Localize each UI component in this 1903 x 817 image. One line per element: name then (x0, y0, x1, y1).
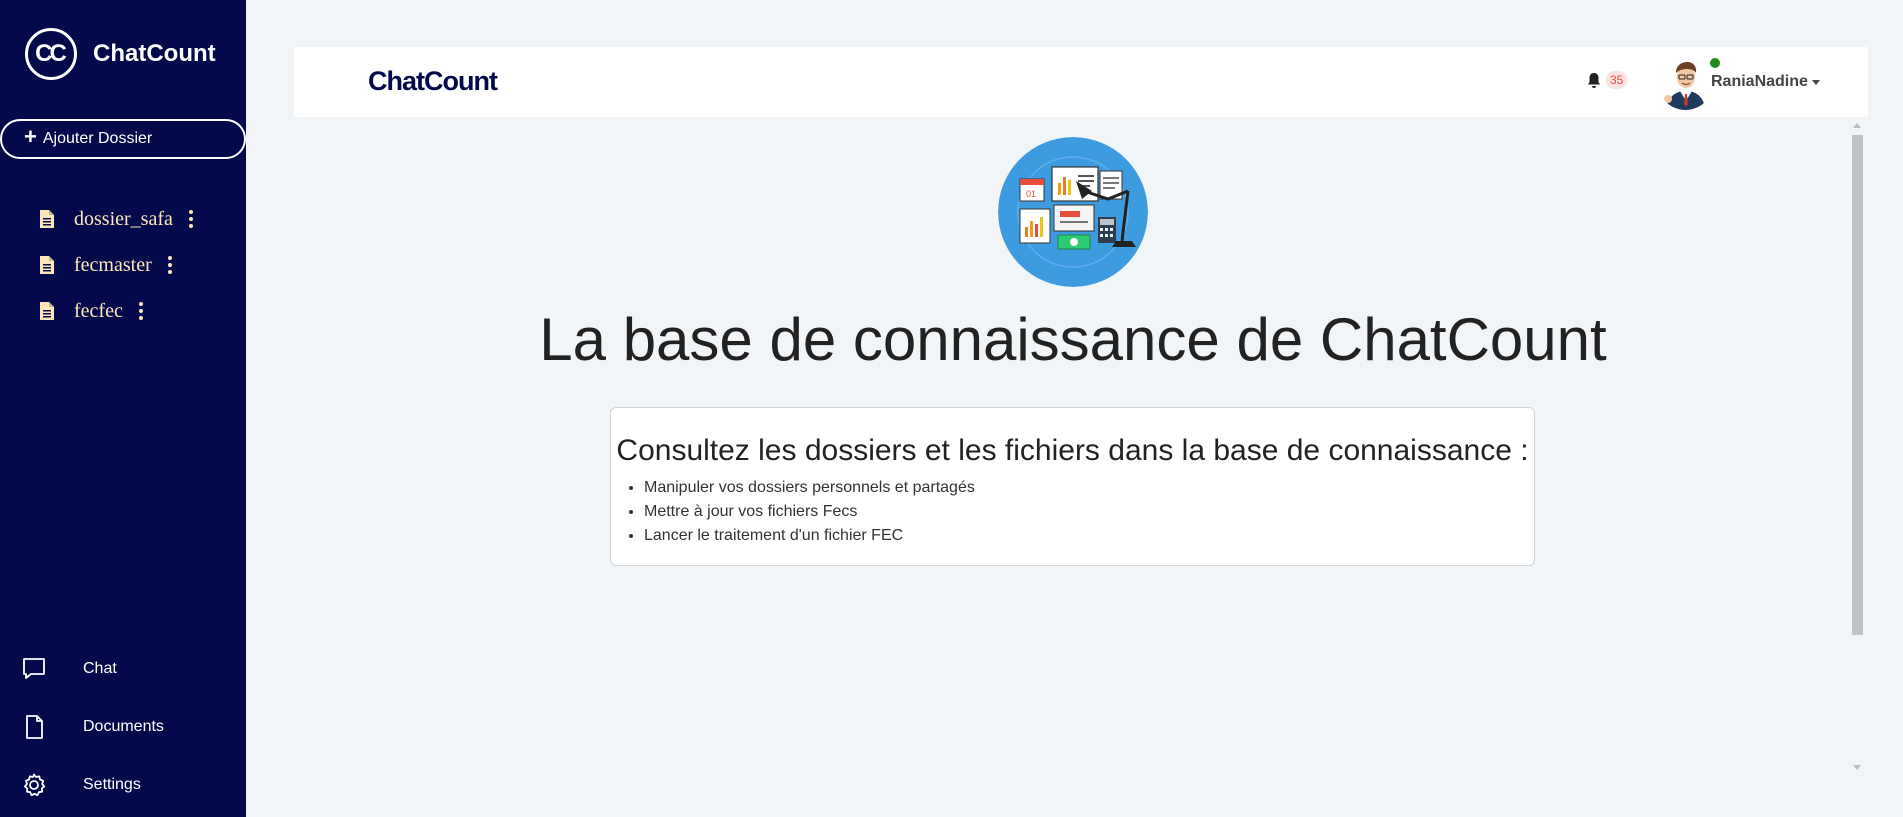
file-icon (40, 256, 54, 274)
file-icon (40, 302, 54, 320)
caret-down-icon (1811, 79, 1820, 85)
card-heading: Consultez les dossiers et les fichiers d… (616, 434, 1529, 467)
brand[interactable]: CC ChatCount (25, 28, 216, 80)
top-bar: ChatCount 35 RaniaNadine (294, 47, 1868, 117)
page-title: La base de connaissance de ChatCount (539, 306, 1607, 373)
nav-item-chat[interactable]: Chat (20, 640, 164, 698)
folder-list: dossier_safa fecmaster fecfec (40, 196, 197, 334)
nav-label: Documents (83, 718, 164, 735)
list-item: Manipuler vos dossiers personnels et par… (644, 476, 1534, 500)
feature-list: Manipuler vos dossiers personnels et par… (611, 476, 1534, 548)
gear-icon (24, 773, 46, 797)
add-folder-button[interactable]: + Ajouter Dossier (0, 119, 246, 159)
document-icon (26, 715, 43, 739)
add-folder-label: Ajouter Dossier (42, 130, 153, 147)
username: RaniaNadine (1711, 73, 1808, 90)
notifications[interactable]: 35 (1586, 71, 1628, 89)
svg-text:01: 01 (1026, 189, 1036, 199)
folder-item[interactable]: fecfec (40, 288, 197, 334)
avatar[interactable] (1658, 55, 1713, 110)
folder-name: fecfec (74, 299, 123, 322)
vertical-scrollbar[interactable] (1849, 121, 1866, 776)
user-avatar-illustration (1658, 55, 1713, 110)
folder-item[interactable]: fecmaster (40, 242, 197, 288)
file-icon (40, 210, 54, 228)
header-logo[interactable]: ChatCount (368, 66, 498, 97)
knowledge-base-illustration: 01 (998, 137, 1148, 287)
brand-name: ChatCount (93, 40, 216, 67)
list-item: Mettre à jour vos fichiers Fecs (644, 500, 1534, 524)
brand-logo-icon: CC (25, 28, 77, 80)
nav-label: Settings (83, 776, 141, 793)
online-status-dot (1710, 58, 1720, 68)
sidebar: CC ChatCount + Ajouter Dossier dossier_s… (0, 0, 246, 817)
folder-name: fecmaster (74, 253, 152, 276)
scroll-up-arrow-icon[interactable] (1853, 123, 1861, 128)
nav-item-settings[interactable]: Settings (20, 756, 164, 814)
scrollbar-thumb[interactable] (1852, 135, 1863, 635)
kebab-menu-icon[interactable] (135, 300, 147, 322)
kebab-menu-icon[interactable] (185, 208, 197, 230)
kebab-menu-icon[interactable] (164, 254, 176, 276)
accounting-desk-illustration: 01 (998, 137, 1148, 287)
bottom-nav: Chat Documents Settings (20, 640, 164, 814)
info-card: Consultez les dossiers et les fichiers d… (610, 407, 1535, 566)
folder-item[interactable]: dossier_safa (40, 196, 197, 242)
notification-badge: 35 (1606, 71, 1628, 89)
nav-label: Chat (83, 660, 117, 677)
bell-icon (1588, 72, 1600, 88)
chat-bubble-icon (23, 658, 45, 679)
nav-item-documents[interactable]: Documents (20, 698, 164, 756)
folder-name: dossier_safa (74, 207, 173, 230)
user-menu[interactable]: RaniaNadine (1711, 73, 1820, 91)
scroll-down-arrow-icon[interactable] (1853, 765, 1861, 770)
brand-initials: CC (35, 40, 67, 67)
plus-icon: + (24, 124, 37, 149)
list-item: Lancer le traitement d'un fichier FEC (644, 524, 1534, 548)
